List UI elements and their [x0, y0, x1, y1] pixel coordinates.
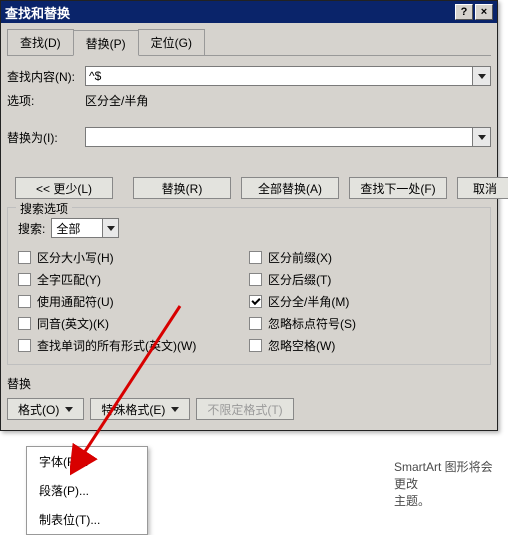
find-content-dropdown[interactable] — [473, 66, 491, 86]
tab-strip: 查找(D) 替换(P) 定位(G) — [7, 29, 491, 56]
checkbox-row[interactable]: 区分后缀(T) — [249, 268, 480, 290]
checkbox-row[interactable]: 全字匹配(Y) — [18, 268, 249, 290]
checkbox-label: 区分全/半角(M) — [268, 293, 349, 310]
bg-line-2: 主题。 — [394, 492, 504, 509]
checkbox-row[interactable]: 同音(英文)(K) — [18, 312, 249, 334]
close-button[interactable]: × — [475, 4, 493, 20]
checkbox-label: 查找单词的所有形式(英文)(W) — [37, 337, 196, 354]
tab-replace[interactable]: 替换(P) — [73, 30, 139, 56]
checkbox-box[interactable] — [18, 295, 31, 308]
search-direction-label: 搜索: — [18, 220, 45, 237]
checkbox-row[interactable]: 区分全/半角(M) — [249, 290, 480, 312]
checkbox-row[interactable]: 查找单词的所有形式(英文)(W) — [18, 334, 249, 356]
checkbox-row[interactable]: 区分前缀(X) — [249, 246, 480, 268]
checkbox-box[interactable] — [18, 273, 31, 286]
checkbox-row[interactable]: 忽略空格(W) — [249, 334, 480, 356]
popup-item-tabs[interactable]: 制表位(T)... — [27, 505, 147, 534]
chevron-down-icon — [107, 226, 115, 231]
format-popup-menu: 字体(F)... 段落(P)... 制表位(T)... — [26, 446, 148, 535]
search-options-legend: 搜索选项 — [16, 200, 72, 217]
search-direction-select[interactable]: 全部 — [51, 218, 119, 238]
bg-line-1: SmartArt 图形将会更改 — [394, 458, 504, 492]
cancel-button[interactable]: 取消 — [457, 177, 508, 199]
special-format-button[interactable]: 特殊格式(E) — [90, 398, 190, 420]
checkbox-box[interactable] — [18, 251, 31, 264]
replace-with-dropdown[interactable] — [473, 127, 491, 147]
checkbox-box[interactable] — [18, 339, 31, 352]
chevron-down-icon — [171, 407, 179, 412]
options-label: 选项: — [7, 92, 85, 109]
replace-with-label: 替换为(I): — [7, 129, 85, 146]
search-direction-dropdown[interactable] — [102, 219, 118, 237]
replace-all-button[interactable]: 全部替换(A) — [241, 177, 339, 199]
popup-item-font[interactable]: 字体(F)... — [27, 447, 147, 476]
checkbox-row[interactable]: 区分大小写(H) — [18, 246, 249, 268]
less-button[interactable]: << 更少(L) — [15, 177, 113, 199]
dialog-title: 查找和替换 — [5, 3, 453, 22]
find-content-input[interactable] — [85, 66, 473, 86]
options-right-column: 区分前缀(X) 区分后缀(T) 区分全/半角(M) 忽略标点符号(S) 忽略空格(W) — [249, 246, 480, 356]
search-options-group: 搜索选项 搜索: 全部 区分大小写(H)全字匹配(Y)使用通配符(U)同音(英文… — [7, 207, 491, 365]
checkbox-box[interactable] — [249, 317, 262, 330]
replace-section-label: 替换 — [7, 375, 491, 392]
popup-item-paragraph[interactable]: 段落(P)... — [27, 476, 147, 505]
format-button[interactable]: 格式(O) — [7, 398, 84, 420]
checkbox-box[interactable] — [249, 251, 262, 264]
chevron-down-icon — [65, 407, 73, 412]
options-value: 区分全/半角 — [85, 92, 148, 109]
checkbox-row[interactable]: 忽略标点符号(S) — [249, 312, 480, 334]
checkbox-box[interactable] — [249, 339, 262, 352]
checkbox-box[interactable] — [249, 295, 262, 308]
checkbox-label: 全字匹配(Y) — [37, 271, 101, 288]
search-direction-value: 全部 — [52, 220, 102, 237]
checkbox-label: 忽略标点符号(S) — [268, 315, 356, 332]
replace-with-combo[interactable] — [85, 127, 491, 147]
checkbox-row[interactable]: 使用通配符(U) — [18, 290, 249, 312]
chevron-down-icon — [478, 74, 486, 79]
titlebar: 查找和替换 ? × — [1, 1, 497, 23]
find-next-button[interactable]: 查找下一处(F) — [349, 177, 447, 199]
checkbox-label: 区分后缀(T) — [268, 271, 331, 288]
tab-find[interactable]: 查找(D) — [7, 29, 74, 55]
checkbox-label: 同音(英文)(K) — [37, 315, 109, 332]
checkbox-box[interactable] — [18, 317, 31, 330]
checkbox-label: 区分大小写(H) — [37, 249, 114, 266]
checkbox-label: 使用通配符(U) — [37, 293, 114, 310]
no-format-button[interactable]: 不限定格式(T) — [196, 398, 293, 420]
find-content-combo[interactable] — [85, 66, 491, 86]
chevron-down-icon — [478, 135, 486, 140]
tab-goto[interactable]: 定位(G) — [138, 29, 205, 55]
find-replace-dialog: 查找和替换 ? × 查找(D) 替换(P) 定位(G) 查找内容(N): 选项:… — [0, 0, 498, 431]
replace-with-input[interactable] — [85, 127, 473, 147]
checkbox-label: 忽略空格(W) — [268, 337, 335, 354]
replace-button[interactable]: 替换(R) — [133, 177, 231, 199]
options-left-column: 区分大小写(H) 全字匹配(Y) 使用通配符(U) 同音(英文)(K) 查找单词的所有形… — [18, 246, 249, 356]
find-content-label: 查找内容(N): — [7, 68, 85, 85]
check-icon — [251, 295, 260, 304]
background-text: SmartArt 图形将会更改 主题。 — [394, 458, 504, 509]
help-button[interactable]: ? — [455, 4, 473, 20]
checkbox-box[interactable] — [249, 273, 262, 286]
checkbox-label: 区分前缀(X) — [268, 249, 332, 266]
